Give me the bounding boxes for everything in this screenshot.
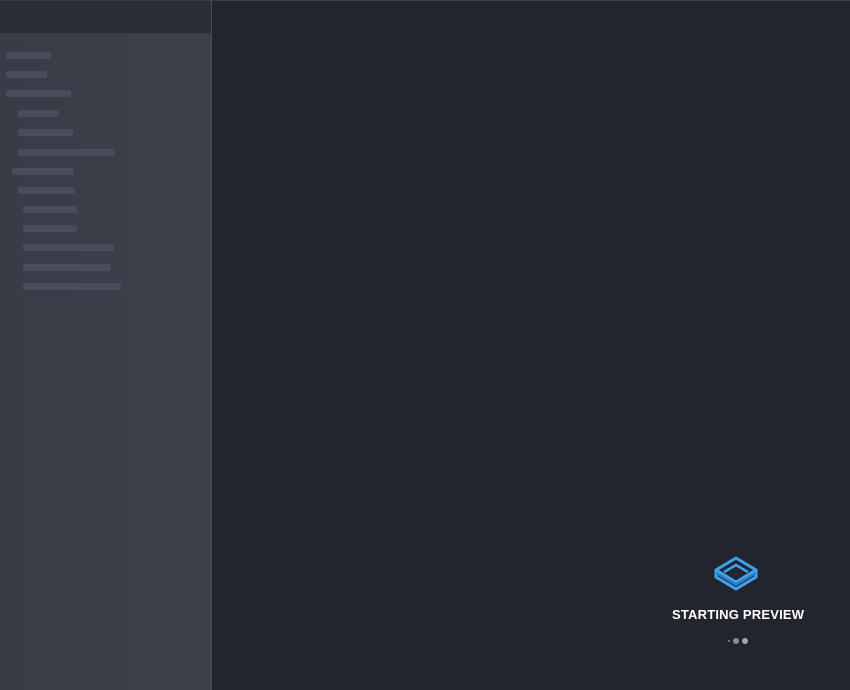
skeleton-row — [23, 244, 114, 251]
skeleton-row — [18, 187, 75, 194]
skeleton-row — [12, 168, 74, 175]
skeleton-row — [18, 129, 73, 136]
preview-area: STARTING PREVIEW — [212, 1, 850, 690]
preview-status-text: STARTING PREVIEW — [672, 607, 805, 622]
sidebar — [0, 1, 212, 690]
loading-dots — [672, 638, 800, 644]
skeleton-row — [23, 283, 121, 290]
loading-dot — [742, 638, 748, 644]
skeleton-row — [6, 52, 51, 59]
skeleton-row — [23, 206, 77, 213]
layers-icon — [714, 556, 758, 591]
skeleton-row — [23, 264, 111, 271]
preview-window: STARTING PREVIEW — [0, 0, 850, 690]
sidebar-header — [0, 1, 211, 33]
skeleton-row — [6, 90, 71, 97]
loading-dot — [728, 640, 730, 642]
preview-loader: STARTING PREVIEW — [672, 555, 805, 644]
loading-dot — [733, 638, 739, 644]
skeleton-row — [18, 149, 115, 156]
skeleton-row — [18, 110, 59, 117]
skeleton-row — [23, 225, 77, 232]
skeleton-row — [6, 71, 47, 78]
